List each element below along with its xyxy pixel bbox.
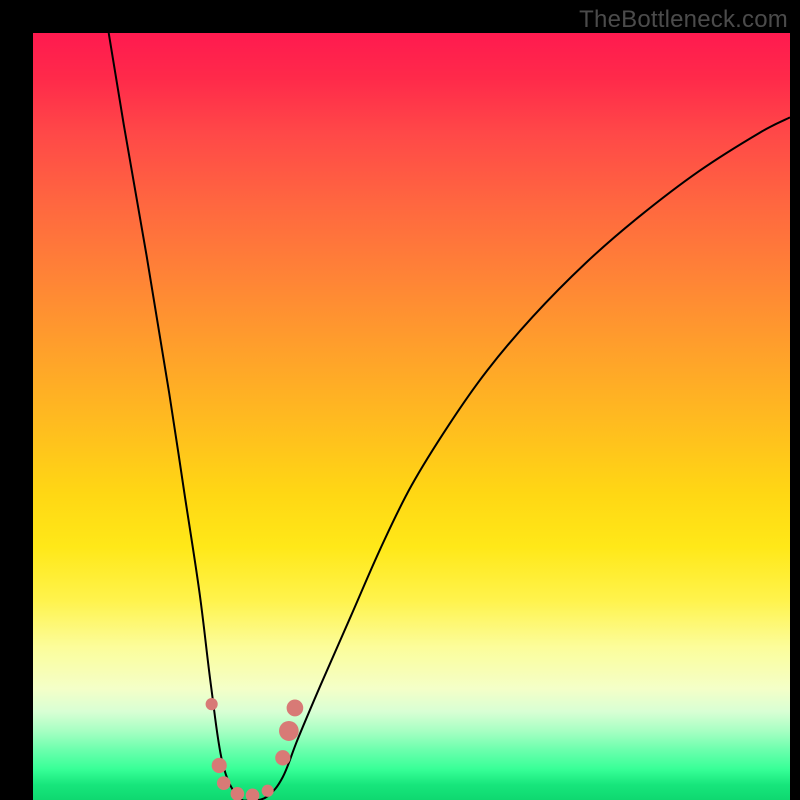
plot-area bbox=[33, 33, 790, 800]
curve-layer bbox=[33, 33, 790, 800]
curve-marker bbox=[279, 721, 299, 741]
watermark-text: TheBottleneck.com bbox=[579, 6, 788, 34]
curve-marker bbox=[206, 698, 218, 710]
curve-marker bbox=[262, 785, 274, 797]
curve-marker bbox=[246, 788, 260, 800]
curve-marker bbox=[212, 758, 227, 773]
bottleneck-curve bbox=[109, 33, 790, 800]
curve-marker bbox=[275, 750, 290, 765]
chart-frame: TheBottleneck.com bbox=[0, 0, 800, 800]
curve-marker bbox=[287, 700, 304, 717]
curve-marker bbox=[217, 776, 231, 790]
